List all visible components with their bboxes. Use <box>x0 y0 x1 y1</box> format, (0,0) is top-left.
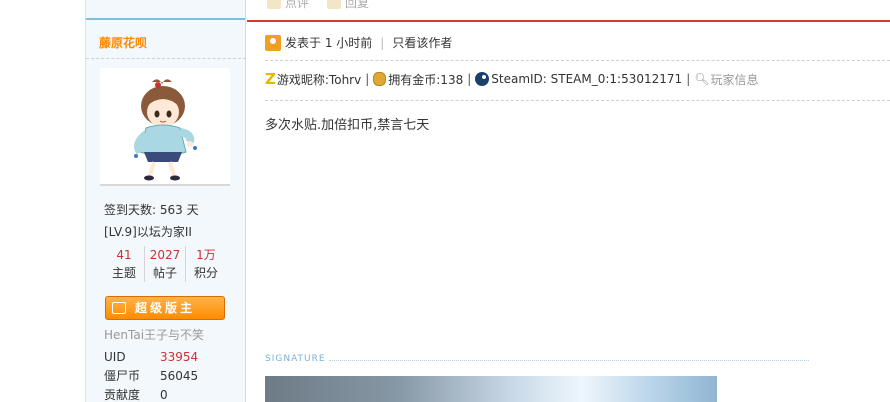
badge-label: 超级版主 <box>134 301 195 315</box>
custom-title: HenTai王子与不笑 <box>104 328 205 342</box>
separator: | <box>686 72 691 86</box>
reply-action[interactable]: 回复 <box>327 0 369 11</box>
info-key: 贡献度 <box>104 388 141 402</box>
user-counts: 41 主题 2027 帖子 1万 积分 <box>104 246 226 282</box>
hand-icon <box>112 302 126 314</box>
page: 藤原花呗 签到天数: 563 天 [LV.9]以坛为家II 41 主题 2027… <box>0 0 890 402</box>
signature-image <box>265 376 717 402</box>
signature-divider <box>329 360 809 361</box>
points-count[interactable]: 1万 积分 <box>186 246 226 282</box>
info-row: 贡献度 0 <box>104 386 198 402</box>
username-link[interactable]: 藤原花呗 <box>99 34 147 51</box>
user-level-link[interactable]: [LV.9]以坛为家II <box>104 223 192 240</box>
game-nickname: 游戏昵称:Tohrv <box>276 72 362 87</box>
info-row: UID 33954 <box>104 348 198 367</box>
z-icon: Z <box>265 70 276 88</box>
count-label: 主题 <box>111 266 136 280</box>
info-key: UID <box>104 350 126 364</box>
meta-separator: | <box>380 35 385 50</box>
only-author-link[interactable]: 只看该作者 <box>392 34 452 51</box>
divider <box>265 60 890 61</box>
avatar-illustration <box>134 79 197 181</box>
topics-count[interactable]: 41 主题 <box>104 246 145 282</box>
posts-count[interactable]: 2027 帖子 <box>145 246 186 282</box>
game-info-line: Z 游戏昵称:Tohrv | 拥有金币:138 | SteamID: STEAM… <box>265 70 758 88</box>
profile-top-strip <box>86 0 245 20</box>
separator: | <box>365 72 370 86</box>
count-value: 1万 <box>196 248 216 262</box>
comment-label: 点评 <box>285 0 310 10</box>
count-value: 41 <box>116 248 132 262</box>
info-row: 僵尸币 56045 <box>104 367 198 386</box>
online-user-icon <box>265 34 281 51</box>
post-main: 点评 回复 发表于 1 小时前 | 只看该作者 Z 游戏昵称:Tohrv | 拥… <box>247 0 890 402</box>
comment-action[interactable]: 点评 <box>267 0 309 11</box>
posted-time: 发表于 1 小时前 <box>285 36 373 50</box>
player-info-link[interactable]: 玩家信息 <box>710 71 758 88</box>
signature-label: SIGNATURE <box>265 354 326 364</box>
super-moderator-badge[interactable]: 超级版主 <box>105 296 225 320</box>
post-separator <box>247 20 890 22</box>
info-value: 0 <box>160 388 168 402</box>
post-meta: 发表于 1 小时前 | 只看该作者 <box>265 34 452 51</box>
reply-icon <box>327 0 342 9</box>
previous-post-actions: 点评 回复 <box>267 0 369 11</box>
steam-id-link[interactable]: SteamID: STEAM_0:1:53012171 <box>491 72 682 86</box>
count-value: 2027 <box>149 248 181 262</box>
comment-icon <box>267 0 281 9</box>
count-label: 帖子 <box>152 266 177 280</box>
count-label: 积分 <box>193 266 218 280</box>
user-profile-column: 藤原花呗 签到天数: 563 天 [LV.9]以坛为家II 41 主题 2027… <box>86 0 246 402</box>
coin-icon <box>373 72 387 86</box>
magnifier-icon: 🔍︎ <box>694 72 710 86</box>
steam-icon <box>475 72 490 86</box>
divider <box>265 100 890 101</box>
coins: 拥有金币:138 <box>388 72 464 87</box>
avatar[interactable] <box>100 68 230 186</box>
uid-link[interactable]: 33954 <box>160 348 198 367</box>
left-gutter <box>0 0 86 402</box>
post-message: 多次水贴.加倍扣币,禁言七天 <box>265 118 430 133</box>
info-value: 56045 <box>160 369 199 383</box>
sign-in-days: 签到天数: 563 天 <box>104 203 199 217</box>
divider <box>86 58 246 59</box>
separator: | <box>467 72 472 86</box>
user-info-table: UID 33954 僵尸币 56045 贡献度 0 <box>104 348 198 402</box>
info-key: 僵尸币 <box>104 369 141 383</box>
reply-label: 回复 <box>345 0 370 10</box>
